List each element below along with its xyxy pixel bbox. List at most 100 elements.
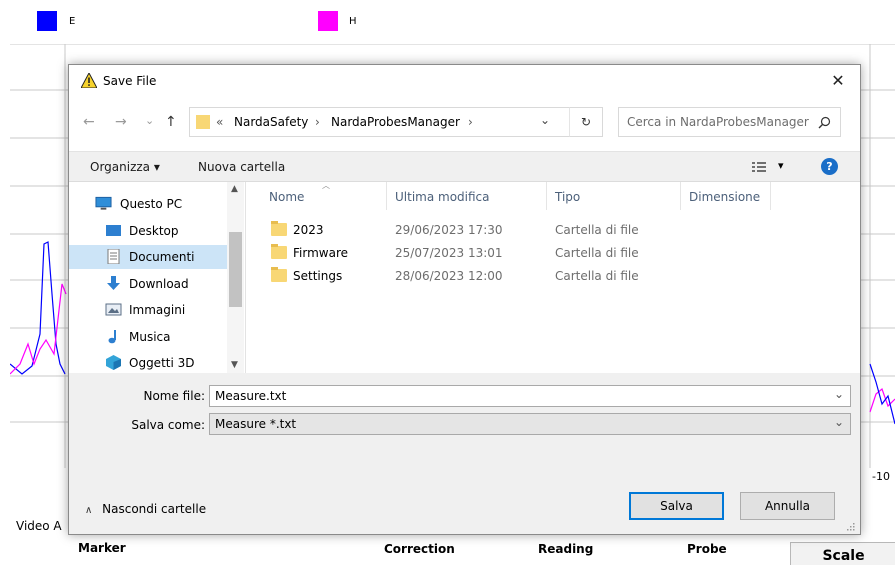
scroll-down-icon[interactable]: ▼	[231, 360, 238, 370]
nav-label: Questo PC	[120, 197, 183, 211]
search-icon	[818, 116, 831, 129]
breadcrumb-nardasafety[interactable]: NardaSafety	[234, 115, 308, 129]
column-separator[interactable]	[546, 182, 547, 210]
view-details-icon	[752, 162, 766, 172]
nav-label: Documenti	[129, 250, 195, 264]
nav-item-documents[interactable]: Documenti	[69, 245, 227, 269]
save-as-label: Salva come:	[131, 418, 205, 432]
navigation-pane: Questo PC Desktop Documenti Download Imm…	[69, 182, 246, 374]
legend-h-swatch	[318, 11, 338, 31]
save-as-type-select[interactable]: Measure *.txt ⌄	[209, 413, 851, 435]
resize-grip-icon[interactable]	[845, 521, 855, 531]
folder-icon	[271, 267, 287, 282]
save-as-type-value: Measure *.txt	[215, 417, 297, 431]
file-type: Cartella di file	[555, 246, 639, 260]
up-arrow-icon[interactable]: ↑	[165, 114, 177, 130]
file-list: ︿ Nome Ultima modifica Tipo Dimensione 2…	[246, 181, 860, 374]
save-file-dialog: Save File ✕ ← → ⌄ ↑ « NardaSafety › Nard…	[68, 64, 861, 535]
folder-icon	[271, 221, 287, 236]
column-header-modified[interactable]: Ultima modifica	[395, 190, 490, 204]
dialog-toolbar: Organizza ▾ Nuova cartella ▾ ?	[69, 151, 860, 182]
file-row[interactable]: Firmware 25/07/2023 13:01 Cartella di fi…	[264, 242, 684, 264]
nav-item-3d-objects[interactable]: Oggetti 3D	[69, 351, 227, 375]
warning-icon	[81, 73, 97, 88]
scale-button[interactable]: Scale	[790, 542, 895, 565]
breadcrumb-separator[interactable]: ›	[468, 115, 473, 129]
nav-item-download[interactable]: Download	[69, 272, 227, 296]
nav-label: Download	[129, 277, 189, 291]
column-separator[interactable]	[680, 182, 681, 210]
file-row[interactable]: 2023 29/06/2023 17:30 Cartella di file	[264, 219, 684, 241]
column-separator[interactable]	[386, 182, 387, 210]
nav-label: Immagini	[129, 303, 186, 317]
help-icon: ?	[826, 160, 833, 173]
refresh-icon: ↻	[580, 115, 592, 129]
view-options-button[interactable]: ▾	[750, 158, 790, 176]
reading-label[interactable]: Reading	[538, 542, 593, 556]
chevron-down-icon[interactable]: ⌄	[834, 415, 844, 429]
documents-icon	[107, 249, 120, 264]
file-type: Cartella di file	[555, 223, 639, 237]
axis-tick-label: -10	[872, 470, 890, 483]
sort-indicator-icon: ︿	[322, 181, 330, 190]
address-dropdown-icon[interactable]: ⌄	[540, 113, 550, 127]
new-folder-button[interactable]: Nuova cartella	[198, 160, 285, 174]
nav-label: Oggetti 3D	[129, 356, 195, 370]
probe-label[interactable]: Probe	[687, 542, 727, 556]
nav-pane-scroll-thumb[interactable]	[229, 232, 242, 307]
legend-e-label: E	[69, 16, 76, 27]
cancel-button[interactable]: Annulla	[740, 492, 835, 520]
save-button[interactable]: Salva	[629, 492, 724, 520]
pc-icon	[95, 196, 112, 210]
file-name: 2023	[293, 223, 324, 237]
desktop-icon	[106, 225, 121, 236]
column-header-type[interactable]: Tipo	[555, 190, 580, 204]
organize-menu[interactable]: Organizza ▾	[90, 160, 160, 174]
marker-label[interactable]: Marker	[78, 541, 126, 555]
file-modified: 29/06/2023 17:30	[395, 223, 503, 237]
dialog-title: Save File	[103, 74, 157, 88]
hide-folders-toggle[interactable]: ∧ Nascondi cartelle	[85, 502, 206, 516]
column-header-size[interactable]: Dimensione	[689, 190, 760, 204]
file-row[interactable]: Settings 28/06/2023 12:00 Cartella di fi…	[264, 265, 684, 287]
close-icon: ✕	[831, 71, 845, 90]
music-icon	[108, 330, 116, 344]
legend-h-label: H	[349, 16, 357, 27]
help-button[interactable]: ?	[821, 158, 838, 175]
address-bar[interactable]: « NardaSafety › NardaProbesManager › ⌄	[189, 107, 602, 137]
series-e-line-right	[869, 363, 895, 425]
series-h-line	[10, 283, 67, 375]
search-box[interactable]: Cerca in NardaProbesManager	[618, 107, 841, 137]
chevron-down-icon[interactable]: ⌄	[834, 387, 844, 401]
nav-label: Desktop	[129, 224, 179, 238]
back-arrow-icon[interactable]: ←	[83, 114, 95, 130]
dialog-titlebar[interactable]: Save File ✕	[69, 65, 860, 97]
correction-label[interactable]: Correction	[384, 542, 455, 556]
close-button[interactable]: ✕	[816, 65, 860, 97]
column-separator[interactable]	[770, 182, 771, 210]
column-header-name[interactable]: Nome	[269, 190, 304, 204]
breadcrumb-nardaprobesmanager[interactable]: NardaProbesManager	[331, 115, 460, 129]
scroll-up-icon[interactable]: ▲	[231, 184, 238, 194]
breadcrumb-separator[interactable]: ›	[315, 115, 320, 129]
legend-e-swatch	[37, 11, 57, 31]
chevron-up-icon: ∧	[85, 505, 93, 516]
file-modified: 28/06/2023 12:00	[395, 269, 503, 283]
nav-item-this-pc[interactable]: Questo PC	[69, 192, 227, 216]
refresh-button[interactable]: ↻	[569, 107, 603, 137]
forward-arrow-icon[interactable]: →	[115, 114, 127, 130]
search-placeholder: Cerca in NardaProbesManager	[627, 115, 809, 129]
breadcrumb-overflow[interactable]: «	[216, 115, 223, 129]
view-dropdown-icon: ▾	[778, 159, 784, 172]
recent-locations-chevron-icon[interactable]: ⌄	[145, 114, 154, 127]
hide-folders-label: Nascondi cartelle	[102, 502, 207, 516]
file-type: Cartella di file	[555, 269, 639, 283]
file-name-field[interactable]: Measure.txt ⌄	[209, 385, 851, 407]
file-name-label: Nome file:	[143, 389, 205, 403]
nav-item-music[interactable]: Musica	[69, 325, 227, 349]
file-name: Settings	[293, 269, 343, 283]
dialog-footer: Nome file: Measure.txt ⌄ Salva come: Mea…	[69, 373, 860, 534]
nav-item-desktop[interactable]: Desktop	[69, 219, 227, 243]
download-icon	[107, 276, 120, 290]
nav-item-pictures[interactable]: Immagini	[69, 298, 227, 322]
